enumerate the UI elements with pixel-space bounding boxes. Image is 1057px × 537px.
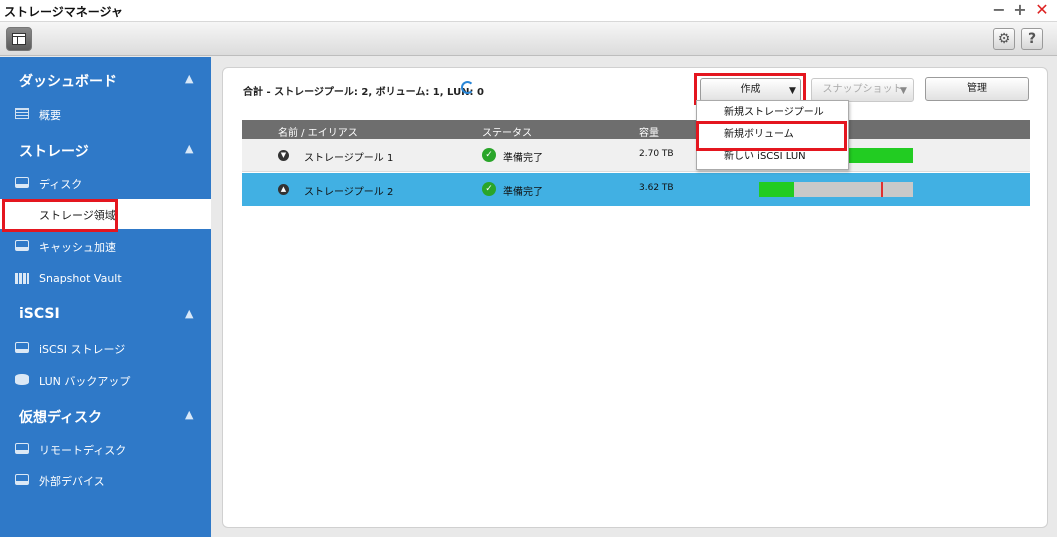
title-bar: ストレージマネージャ − + ✕: [0, 0, 1057, 22]
section-iscsi[interactable]: iSCSI ▲: [0, 302, 211, 328]
sidebar-item-label: 外部デバイス: [39, 475, 105, 488]
section-storage[interactable]: ストレージ ▲: [0, 137, 211, 163]
table-row[interactable]: ▼ ストレージプール 1 ✓ 準備完了 2.70 TB: [242, 139, 1030, 172]
main-panel: 合計 - ストレージプール: 2, ボリューム: 1, LUN: 0 作成 ▼ …: [222, 67, 1048, 528]
layout-icon: [12, 33, 26, 45]
pool-name: ストレージプール 2: [304, 187, 394, 198]
manage-button[interactable]: 管理: [925, 77, 1029, 101]
window-title: ストレージマネージャ: [4, 5, 123, 19]
sidebar-item-cache-acceleration[interactable]: キャッシュ加速: [0, 231, 211, 261]
sidebar-item-label: LUN バックアップ: [39, 375, 131, 388]
maximize-icon[interactable]: +: [1011, 1, 1029, 19]
sidebar-item-label: Snapshot Vault: [39, 272, 122, 285]
check-icon: ✓: [482, 148, 496, 162]
usage-bar: [759, 182, 913, 197]
section-label: ダッシュボード: [19, 74, 117, 90]
collapse-icon[interactable]: ▲: [278, 184, 289, 195]
refresh-icon[interactable]: [461, 81, 474, 94]
sidebar-item-remote-disk[interactable]: リモートディスク: [0, 434, 211, 464]
pool-status: 準備完了: [503, 187, 543, 198]
pool-capacity: 3.62 TB: [639, 183, 674, 193]
cache-disk-icon: [15, 240, 29, 251]
sidebar: ダッシュボード ▲ 概要 ストレージ ▲ ディスク ストレージ領域 キャッシュ加…: [0, 57, 211, 537]
iscsi-disk-icon: [15, 342, 29, 353]
sidebar-item-disks[interactable]: ディスク: [0, 168, 211, 198]
sidebar-item-lun-backup[interactable]: LUN バックアップ: [0, 365, 211, 395]
snapshot-button-label: スナップショット: [822, 84, 903, 95]
highlight-box: [696, 121, 847, 151]
table-header: 名前 / エイリアス ステータス 容量: [242, 120, 1030, 139]
sidebar-item-label: 概要: [39, 109, 61, 122]
sidebar-item-external-device[interactable]: 外部デバイス: [0, 465, 211, 495]
list-icon: [15, 108, 29, 119]
sidebar-item-label: iSCSI ストレージ: [39, 343, 126, 356]
external-device-icon: [15, 474, 29, 485]
close-icon[interactable]: ✕: [1033, 1, 1051, 19]
column-header[interactable]: 名前 / エイリアス: [278, 124, 358, 139]
section-label: ストレージ: [19, 144, 89, 160]
threshold-marker: [880, 182, 883, 197]
section-virtual-disk[interactable]: 仮想ディスク ▲: [0, 403, 211, 429]
table-row[interactable]: ▲ ストレージプール 2 ✓ 準備完了 3.62 TB: [242, 173, 1030, 206]
section-label: 仮想ディスク: [19, 410, 103, 426]
settings-button[interactable]: ⚙: [993, 28, 1015, 50]
sidebar-item-label: キャッシュ加速: [39, 241, 116, 254]
highlight-box: [2, 199, 118, 232]
caret-down-icon: ▼: [900, 86, 907, 96]
minimize-icon[interactable]: −: [990, 1, 1008, 19]
pool-status: 準備完了: [503, 153, 543, 164]
sidebar-item-label: リモートディスク: [39, 444, 127, 457]
chevron-up-icon[interactable]: ▲: [185, 72, 197, 85]
section-dashboard[interactable]: ダッシュボード ▲: [0, 67, 211, 93]
remote-disk-icon: [15, 443, 29, 454]
column-header[interactable]: ステータス: [482, 124, 532, 139]
summary-text: 合計 - ストレージプール: 2, ボリューム: 1, LUN: 0: [243, 87, 484, 98]
disk-icon: [15, 177, 29, 188]
usage-fill: [759, 182, 795, 197]
sidebar-item-snapshot-vault[interactable]: Snapshot Vault: [0, 264, 211, 294]
layout-toggle-button[interactable]: [6, 27, 32, 51]
toolbar: ⚙ ?: [0, 22, 1057, 56]
sidebar-item-label: ディスク: [39, 178, 83, 191]
section-label: iSCSI: [19, 306, 60, 322]
chevron-up-icon[interactable]: ▲: [185, 307, 197, 320]
chevron-up-icon[interactable]: ▲: [185, 408, 197, 421]
expand-icon[interactable]: ▼: [278, 150, 289, 161]
database-icon: [15, 374, 29, 385]
snapshot-button[interactable]: スナップショット ▼: [811, 78, 914, 102]
column-header[interactable]: 容量: [639, 124, 659, 139]
pool-capacity: 2.70 TB: [639, 149, 674, 159]
sidebar-item-iscsi-storage[interactable]: iSCSI ストレージ: [0, 333, 211, 363]
help-button[interactable]: ?: [1021, 28, 1043, 50]
pool-name: ストレージプール 1: [304, 153, 394, 164]
chevron-up-icon[interactable]: ▲: [185, 142, 197, 155]
grid-icon: [15, 273, 29, 284]
check-icon: ✓: [482, 182, 496, 196]
sidebar-item-overview[interactable]: 概要: [0, 99, 211, 129]
